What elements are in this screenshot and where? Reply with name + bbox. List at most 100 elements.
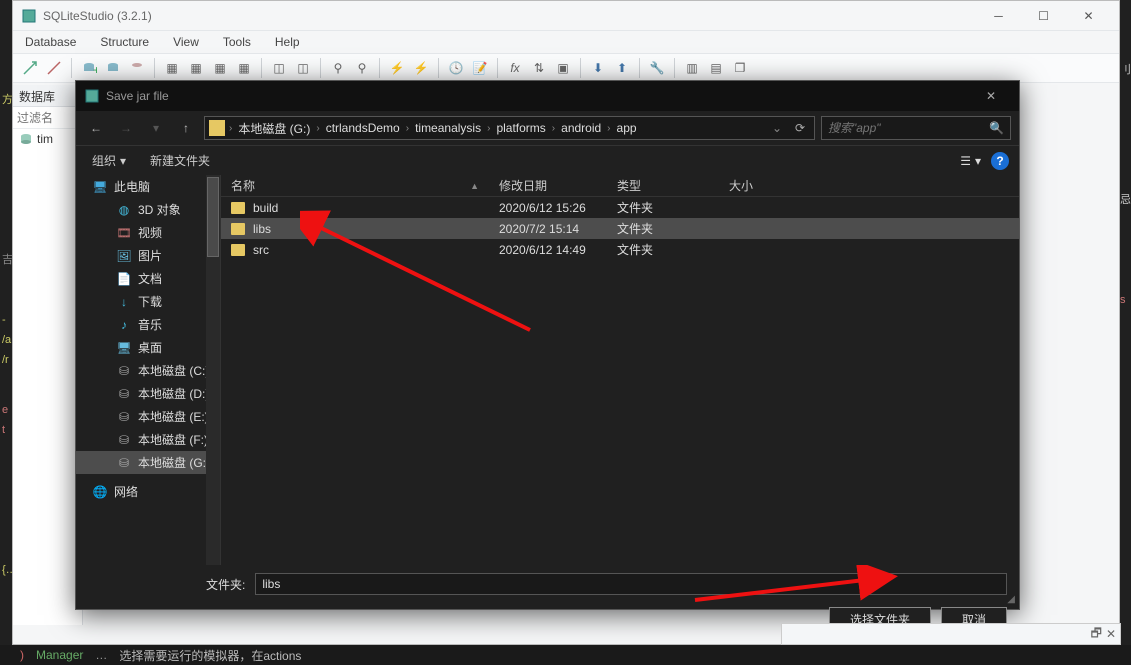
cascade-icon[interactable]: ❐ [729,57,751,79]
docs-icon: 📄 [116,271,132,287]
view-mode-button[interactable]: ☰ ▾ [960,154,981,168]
file-row[interactable]: src 2020/6/12 14:49 文件夹 [221,239,1019,260]
table-icon[interactable]: ▦ [161,57,183,79]
music-icon: ♪ [116,317,132,333]
collation-icon[interactable]: ⇅ [528,57,550,79]
close-button[interactable]: ✕ [1066,1,1111,31]
dialog-nav: ← → ▾ ↑ › 本地磁盘 (G:) › ctrlandsDemo › tim… [76,111,1019,145]
nav-up-button[interactable]: ↑ [174,116,198,140]
organize-button[interactable]: 组织 ▾ [86,149,132,172]
breadcrumb-seg-3[interactable]: platforms [494,121,547,135]
db-filter-input[interactable] [13,107,82,128]
connect-icon[interactable] [19,57,41,79]
db-filter [13,107,82,129]
file-row[interactable]: libs 2020/7/2 15:14 文件夹 [221,218,1019,239]
disk-icon: ⛁ [116,432,132,448]
folder-label: 文件夹: [206,576,245,593]
breadcrumb-seg-5[interactable]: app [615,121,639,135]
tree-item-download[interactable]: ↓下载 [76,290,220,313]
trigger-icon[interactable]: ⚡ [386,57,408,79]
tree-item-desktop[interactable]: 🖥桌面 [76,336,220,359]
nav-back-button[interactable]: ← [84,116,108,140]
index2-icon[interactable]: ⚲ [351,57,373,79]
tree-item-3d[interactable]: ◍3D 对象 [76,198,220,221]
sql-editor-icon[interactable]: 📝 [469,57,491,79]
dialog-titlebar: Save jar file ✕ [76,81,1019,111]
refresh-icon[interactable]: ⟳ [790,121,810,135]
maximize-button[interactable]: ☐ [1021,1,1066,31]
trigger2-icon[interactable]: ⚡ [410,57,432,79]
db-panel-title: 数据库 [13,85,82,107]
db-panel: 数据库 tim [13,85,83,625]
view2-icon[interactable]: ◫ [292,57,314,79]
tree-network[interactable]: 🌐 网络 [76,480,220,503]
breadcrumb-seg-2[interactable]: timeanalysis [413,121,483,135]
menu-help[interactable]: Help [269,33,306,51]
import-icon[interactable]: ⬇ [587,57,609,79]
resize-grip-icon[interactable]: ◢ [1007,594,1015,605]
breadcrumb-seg-1[interactable]: ctrlandsDemo [324,121,402,135]
db-tree-item[interactable]: tim [13,129,82,149]
tree-item-music[interactable]: ♪音乐 [76,313,220,336]
tree-item-video[interactable]: 🎞视频 [76,221,220,244]
col-date[interactable]: 修改日期 [489,175,607,196]
chevron-right-icon: › [552,123,555,134]
aux-close2-icon[interactable]: ✕ [1106,627,1116,641]
tree-item-pictures[interactable]: 🖼图片 [76,244,220,267]
search-icon[interactable]: 🔍 [989,121,1004,135]
help-icon[interactable]: ? [991,152,1009,170]
folder-name-input[interactable] [255,573,1007,595]
chevron-down-icon: ▾ [120,154,126,168]
nav-forward-button[interactable]: → [114,116,138,140]
menu-structure[interactable]: Structure [94,33,155,51]
col-size[interactable]: 大小 [719,175,799,196]
disconnect-icon[interactable] [43,57,65,79]
tree-item-disk-d[interactable]: ⛁本地磁盘 (D:) [76,382,220,405]
breadcrumb-dropdown-icon[interactable]: ⌄ [768,121,786,135]
nav-recent-button[interactable]: ▾ [144,116,168,140]
index-icon[interactable]: ⚲ [327,57,349,79]
new-folder-button[interactable]: 新建文件夹 [144,149,216,172]
add-db-icon[interactable]: + [78,57,100,79]
breadcrumb[interactable]: › 本地磁盘 (G:) › ctrlandsDemo › timeanalysi… [204,116,815,140]
table3-icon[interactable]: ▦ [209,57,231,79]
breadcrumb-seg-0[interactable]: 本地磁盘 (G:) [236,120,312,137]
dialog-toolbar: 组织 ▾ 新建文件夹 ☰ ▾ ? [76,145,1019,175]
sql-history-icon[interactable]: 🕓 [445,57,467,79]
background-bottom-strip: ) Manager … 选择需要运行的模拟器，在actions [0,645,1131,665]
remove-db-icon[interactable] [126,57,148,79]
col-type[interactable]: 类型 [607,175,719,196]
tile-h-icon[interactable]: ▥ [681,57,703,79]
chevron-right-icon: › [406,123,409,134]
table2-icon[interactable]: ▦ [185,57,207,79]
menu-database[interactable]: Database [19,33,82,51]
fn-icon[interactable]: fx [504,57,526,79]
3d-icon: ◍ [116,202,132,218]
search-input[interactable] [828,121,989,135]
tree-this-pc[interactable]: 🖥 此电脑 [76,175,220,198]
config-icon[interactable]: 🔧 [646,57,668,79]
breadcrumb-seg-4[interactable]: android [559,121,603,135]
menu-tools[interactable]: Tools [217,33,257,51]
tree-item-disk-c[interactable]: ⛁本地磁盘 (C:) [76,359,220,382]
minimize-button[interactable]: ─ [976,1,1021,31]
tree-item-docs[interactable]: 📄文档 [76,267,220,290]
table4-icon[interactable]: ▦ [233,57,255,79]
tree-item-disk-g[interactable]: ⛁本地磁盘 (G:) [76,451,220,474]
tree-scrollbar[interactable] [206,175,220,565]
ext-icon[interactable]: ▣ [552,57,574,79]
view-icon[interactable]: ◫ [268,57,290,79]
edit-db-icon[interactable] [102,57,124,79]
tree-item-disk-e[interactable]: ⛁本地磁盘 (E:) [76,405,220,428]
col-name[interactable]: 名称▲ [221,175,489,196]
disk-icon: ⛁ [116,363,132,379]
file-row[interactable]: build 2020/6/12 15:26 文件夹 [221,197,1019,218]
tile-v-icon[interactable]: ▤ [705,57,727,79]
export-icon[interactable]: ⬆ [611,57,633,79]
tree-item-disk-f[interactable]: ⛁本地磁盘 (F:) [76,428,220,451]
network-icon: 🌐 [92,484,108,500]
menu-view[interactable]: View [167,33,205,51]
dialog-close-button[interactable]: ✕ [971,81,1011,111]
aux-close-icon[interactable]: 🗗 [1091,624,1102,645]
chevron-down-icon: ▾ [975,154,981,168]
